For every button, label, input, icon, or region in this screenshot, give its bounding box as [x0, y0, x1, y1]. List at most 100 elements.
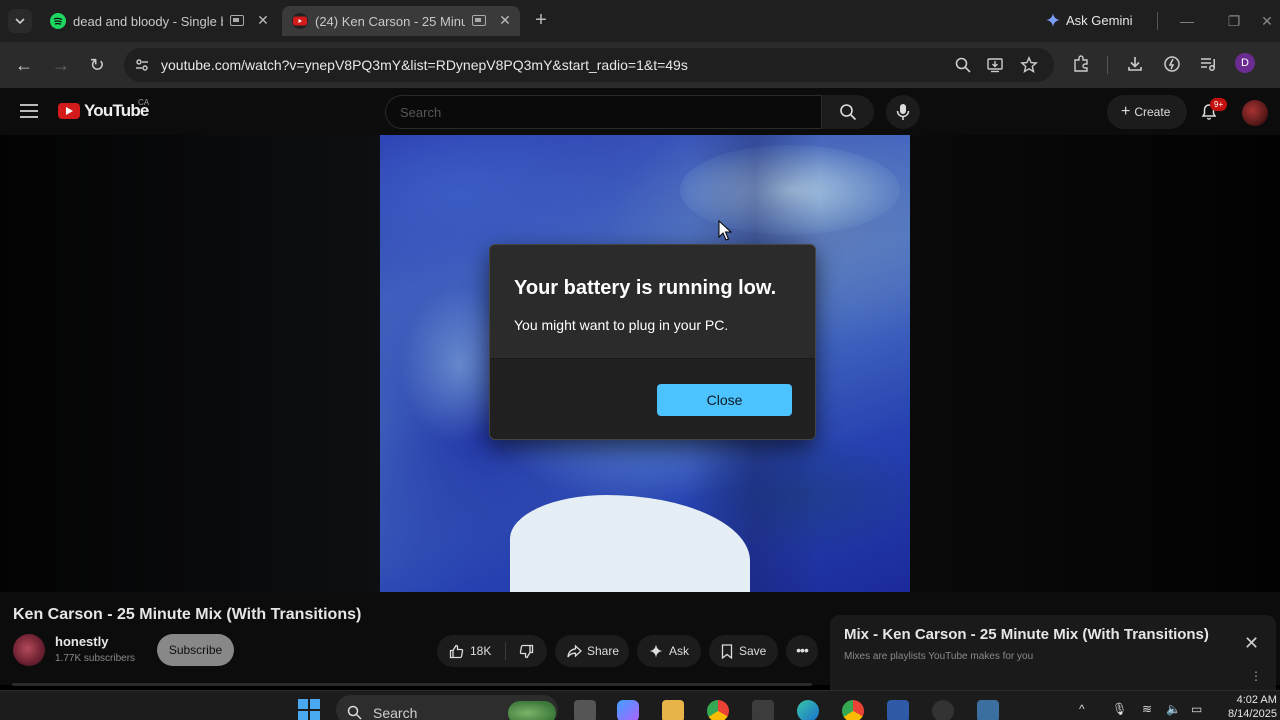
youtube-logo-icon[interactable]	[58, 103, 80, 119]
battery-low-dialog: Your battery is running low. You might w…	[489, 244, 816, 440]
tab-youtube[interactable]: (24) Ken Carson - 25 Minute Mix ✕	[282, 6, 520, 36]
channel-avatar[interactable]	[13, 634, 45, 666]
picture-in-picture-icon[interactable]	[472, 15, 486, 26]
account-avatar[interactable]	[1242, 100, 1268, 126]
more-horizontal-icon: •••	[796, 642, 809, 658]
taskbar-search[interactable]: Search	[336, 695, 558, 720]
comments-divider	[12, 683, 812, 686]
install-app-icon[interactable]	[986, 56, 1004, 74]
restore-button[interactable]: ❐	[1225, 12, 1243, 30]
share-icon	[567, 644, 582, 658]
app-window-icon[interactable]	[977, 700, 999, 720]
search-input[interactable]: Search	[385, 95, 822, 129]
tab-search-button[interactable]	[8, 9, 32, 33]
volume-icon[interactable]: 🔈	[1166, 702, 1181, 716]
chrome-icon[interactable]	[707, 700, 729, 720]
like-count[interactable]: 18K	[470, 635, 491, 667]
ask-label: Ask	[669, 644, 690, 658]
save-label: Save	[739, 644, 767, 658]
menu-icon[interactable]	[20, 104, 38, 118]
create-button[interactable]: + Create	[1107, 95, 1187, 129]
new-tab-button[interactable]: +	[530, 10, 552, 32]
plus-icon: +	[1121, 103, 1131, 120]
chevron-up-icon[interactable]: ^	[1079, 702, 1085, 716]
like-dislike-group: 18K	[437, 635, 547, 667]
profile-avatar[interactable]: D	[1235, 53, 1255, 73]
mix-playlist-panel: Mix - Ken Carson - 25 Minute Mix (With T…	[830, 615, 1276, 690]
subscribe-button[interactable]: Subscribe	[157, 634, 234, 666]
search-icon	[840, 104, 857, 121]
back-button[interactable]: ←	[13, 54, 35, 76]
picture-in-picture-icon[interactable]	[230, 15, 244, 26]
chevron-down-icon	[15, 18, 25, 25]
video-title: Ken Carson - 25 Minute Mix (With Transit…	[13, 606, 362, 623]
site-info-icon[interactable]	[134, 57, 150, 73]
downloads-icon[interactable]	[1125, 54, 1145, 74]
more-actions-button[interactable]: •••	[786, 635, 818, 667]
taskbar-clock[interactable]: 4:02 AM 8/14/2025	[1228, 693, 1277, 720]
task-view-icon[interactable]	[574, 700, 596, 720]
subscriber-count: 1.77K subscribers	[55, 653, 136, 664]
ask-gemini-label: Ask Gemini	[1066, 13, 1133, 28]
zoom-icon[interactable]	[954, 56, 972, 74]
extensions-icon[interactable]	[1071, 54, 1091, 74]
window-close-button[interactable]: ✕	[1258, 12, 1276, 30]
media-controls-icon[interactable]	[1198, 54, 1218, 74]
like-icon[interactable]	[449, 644, 464, 659]
minimize-button[interactable]: —	[1178, 12, 1196, 30]
dialog-title: Your battery is running low.	[514, 277, 777, 299]
youtube-header: YouTube CA Search + Create 9+	[0, 88, 1280, 135]
wifi-icon[interactable]: ≋	[1142, 702, 1152, 716]
voice-search-button[interactable]	[886, 95, 920, 129]
sparkle-icon	[649, 644, 663, 658]
share-button[interactable]: Share	[555, 635, 629, 667]
battery-icon[interactable]: ▭	[1191, 702, 1202, 716]
create-label: Create	[1134, 105, 1171, 119]
browser-tab-strip: dead and bloody - Single by ✕ (24) Ken C…	[0, 0, 1280, 42]
tab-label: dead and bloody - Single by	[73, 14, 223, 29]
bookmark-star-icon[interactable]	[1020, 56, 1038, 74]
dialog-message: You might want to plug in your PC.	[514, 317, 729, 333]
url-text: youtube.com/watch?v=ynepV8PQ3mY&list=RDy…	[161, 57, 688, 73]
save-button[interactable]: Save	[709, 635, 778, 667]
edge-icon[interactable]	[797, 700, 819, 720]
dialog-close-button[interactable]: Close	[657, 384, 792, 416]
youtube-icon	[292, 13, 308, 29]
screen: dead and bloody - Single by ✕ (24) Ken C…	[0, 0, 1280, 720]
clock-date: 8/14/2025	[1228, 708, 1277, 720]
microphone-icon[interactable]: 🎙	[1112, 702, 1127, 716]
mix-title[interactable]: Mix - Ken Carson - 25 Minute Mix (With T…	[844, 626, 1209, 643]
browser-toolbar: ← → ↻ youtube.com/watch?v=ynepV8PQ3mY&li…	[0, 42, 1280, 88]
more-vertical-icon[interactable]: ⋮	[1250, 669, 1262, 683]
tab-close-icon[interactable]: ✕	[254, 11, 272, 29]
app-icon[interactable]	[887, 700, 909, 720]
tab-spotify[interactable]: dead and bloody - Single by ✕	[40, 6, 278, 36]
ask-button[interactable]: Ask	[637, 635, 701, 667]
tab-label: (24) Ken Carson - 25 Minute Mix	[315, 14, 465, 29]
obs-icon[interactable]	[932, 700, 954, 720]
search-button[interactable]	[822, 95, 874, 129]
dislike-icon[interactable]	[519, 644, 534, 659]
file-explorer-icon[interactable]	[662, 700, 684, 720]
channel-name[interactable]: honestly	[55, 634, 108, 649]
address-bar[interactable]: youtube.com/watch?v=ynepV8PQ3mY&list=RDy…	[124, 48, 1054, 82]
clock-time: 4:02 AM	[1236, 694, 1277, 706]
share-label: Share	[587, 644, 620, 658]
copilot-icon[interactable]	[617, 700, 639, 720]
performance-icon[interactable]	[1162, 54, 1182, 74]
ask-gemini-button[interactable]: Ask Gemini	[1040, 8, 1140, 34]
chrome-profile-icon[interactable]	[842, 700, 864, 720]
country-code: CA	[138, 98, 150, 107]
mix-subtitle: Mixes are playlists YouTube makes for yo…	[844, 651, 1034, 662]
microsoft-store-icon[interactable]	[752, 700, 774, 720]
tab-close-icon[interactable]: ✕	[496, 11, 514, 29]
taskbar-search-label: Search	[373, 705, 418, 720]
reload-button[interactable]: ↻	[86, 54, 108, 76]
microphone-icon	[896, 104, 910, 120]
windows-taskbar: Search ^ 🎙 ≋ 🔈 ▭ 4:02 AM 8/14/2025	[0, 690, 1280, 720]
mix-close-icon[interactable]: ✕	[1244, 633, 1259, 654]
divider	[1157, 12, 1158, 30]
mouse-cursor-icon	[718, 220, 732, 241]
windows-start-icon[interactable]	[298, 699, 320, 720]
forward-button[interactable]: →	[50, 54, 72, 76]
